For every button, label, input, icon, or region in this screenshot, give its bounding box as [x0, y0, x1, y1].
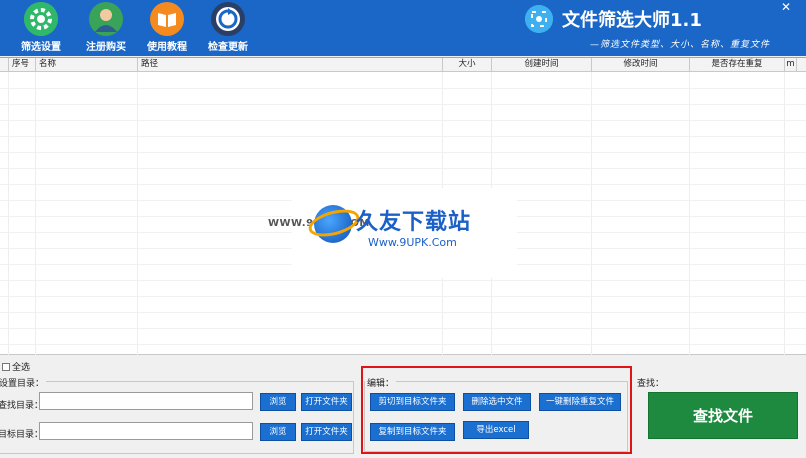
close-icon[interactable]: ✕	[781, 0, 791, 14]
filter-settings-label: 筛选设置	[21, 42, 61, 53]
magnifier-logo-icon	[525, 5, 553, 33]
settings-group-title: 设置目录：	[0, 376, 47, 389]
user-avatar-icon	[89, 2, 123, 36]
select-all-checkbox[interactable]: 全选	[2, 360, 30, 373]
col-modified[interactable]: 修改时间	[592, 58, 690, 72]
check-update-button[interactable]: 检查更新	[200, 0, 256, 56]
tutorial-label: 使用教程	[147, 42, 187, 53]
target-dir-input[interactable]	[39, 422, 253, 440]
refresh-icon	[211, 2, 245, 36]
find-files-button[interactable]: 查找文件	[648, 392, 798, 439]
table-header: 序号 名称 路径 大小 创建时间 修改时间 是否存在重复 m	[0, 58, 806, 72]
search-dir-input[interactable]	[39, 392, 253, 410]
gear-icon	[24, 2, 58, 36]
app-subtitle: —筛选文件类型、大小、名称、重复文件	[590, 40, 771, 50]
find-group-title: 查找：	[637, 379, 665, 389]
search-browse-button[interactable]: 浏览	[260, 393, 296, 411]
checkbox-box	[2, 363, 10, 371]
col-index[interactable]: 序号	[9, 58, 36, 72]
select-all-label: 全选	[12, 363, 31, 373]
col-m[interactable]: m	[785, 58, 797, 72]
col-name[interactable]: 名称	[36, 58, 138, 72]
target-open-folder-button[interactable]: 打开文件夹	[301, 423, 352, 441]
target-dir-label: 目标目录：	[0, 430, 44, 440]
filter-settings-button[interactable]: 筛选设置	[13, 0, 69, 56]
app-title: 文件筛选大师1.1	[562, 10, 702, 31]
col-created[interactable]: 创建时间	[492, 58, 592, 72]
target-browse-button[interactable]: 浏览	[260, 423, 296, 441]
watermark-url: Www.9UPK.Com	[368, 236, 457, 249]
highlight-box	[361, 366, 632, 454]
tutorial-button[interactable]: 使用教程	[139, 0, 195, 56]
register-buy-button[interactable]: 注册购买	[78, 0, 134, 56]
row-header-cell	[0, 58, 9, 72]
register-buy-label: 注册购买	[86, 42, 126, 53]
col-path[interactable]: 路径	[138, 58, 443, 72]
book-icon	[150, 2, 184, 36]
col-duplicate[interactable]: 是否存在重复	[690, 58, 785, 72]
search-open-folder-button[interactable]: 打开文件夹	[301, 393, 352, 411]
search-dir-label: 查找目录：	[0, 401, 44, 411]
top-toolbar: 筛选设置 注册购买 使用教程 检查更新 文件筛选大师1.1 —筛选文件类型、大小…	[0, 0, 806, 56]
watermark: WWW.9UPK.COM 久友下载站 Www.9UPK.Com	[268, 188, 517, 278]
check-update-label: 检查更新	[208, 42, 248, 53]
col-size[interactable]: 大小	[443, 58, 492, 72]
watermark-title: 久友下载站	[356, 210, 472, 235]
